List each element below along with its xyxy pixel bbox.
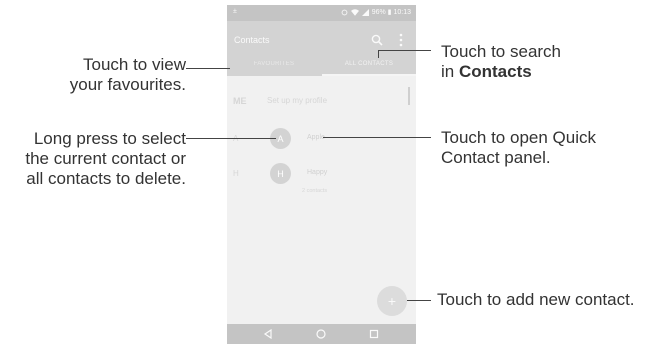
callout-search-line2: in Contacts xyxy=(441,62,651,82)
leader-line xyxy=(186,138,276,139)
battery-time: 96% ▮ 10:13 xyxy=(371,9,411,16)
callout-favourites: Touch to view your favourites. xyxy=(20,55,186,95)
tab-favourites[interactable]: FAVOURITES xyxy=(227,61,321,76)
app-title: Contacts xyxy=(234,35,270,45)
wifi-icon xyxy=(350,8,359,16)
callout-search: Touch to search in Contacts xyxy=(441,42,651,82)
leader-line xyxy=(186,68,230,69)
leader-line xyxy=(323,137,431,138)
contact-list: ME Set up my profile A A Apple H H Happy… xyxy=(227,76,416,324)
callout-add-contact: Touch to add new contact. xyxy=(437,290,635,309)
section-letter-h: H xyxy=(233,169,239,178)
leader-line xyxy=(407,300,431,301)
contact-count: 2 contacts xyxy=(302,188,328,194)
signal-icon xyxy=(361,8,369,16)
recents-icon[interactable] xyxy=(368,328,380,340)
status-right: 96% ▮ 10:13 xyxy=(341,8,411,16)
callout-delete: Long press to select the current contact… xyxy=(0,129,186,189)
callout-delete-line2: the current contact or xyxy=(25,149,186,168)
callout-delete-line3: all contacts to delete. xyxy=(26,169,186,188)
back-icon[interactable] xyxy=(262,328,274,340)
avatar[interactable]: H xyxy=(270,163,291,184)
callout-quick-line1: Touch to open Quick xyxy=(441,128,596,147)
alarm-icon xyxy=(341,9,348,15)
callout-quick-contact: Touch to open Quick Contact panel. xyxy=(441,128,651,168)
callout-quick-line2: Contact panel. xyxy=(441,148,551,167)
callout-search-line1: Touch to search xyxy=(441,42,562,61)
set-up-profile[interactable]: Set up my profile xyxy=(267,96,327,105)
leader-line xyxy=(378,50,431,51)
search-icon[interactable] xyxy=(370,33,384,47)
leader-line xyxy=(378,50,379,58)
app-bar: Contacts FAVOURITES ALL CONTACTS xyxy=(227,21,416,76)
me-label: ME xyxy=(233,96,247,106)
callout-delete-line1: Long press to select xyxy=(33,129,186,148)
more-options-icon[interactable] xyxy=(397,32,405,48)
add-contact-button[interactable]: + xyxy=(377,286,407,316)
callout-search-bold: Contacts xyxy=(458,62,532,81)
home-icon[interactable] xyxy=(315,328,327,340)
phone-screen: ± 96% ▮ 10:13 Contacts FAVOURITES ALL CO… xyxy=(227,5,416,344)
contact-name-happy[interactable]: Happy xyxy=(307,169,327,176)
callout-search-prefix: in xyxy=(441,62,459,81)
navigation-bar xyxy=(227,324,416,344)
status-left: ± xyxy=(233,8,237,15)
scrollbar[interactable] xyxy=(408,87,410,105)
status-bar: ± 96% ▮ 10:13 xyxy=(227,5,416,21)
callout-favourites-line1: Touch to view xyxy=(83,55,186,74)
callout-favourites-line2: your favourites. xyxy=(69,75,186,94)
